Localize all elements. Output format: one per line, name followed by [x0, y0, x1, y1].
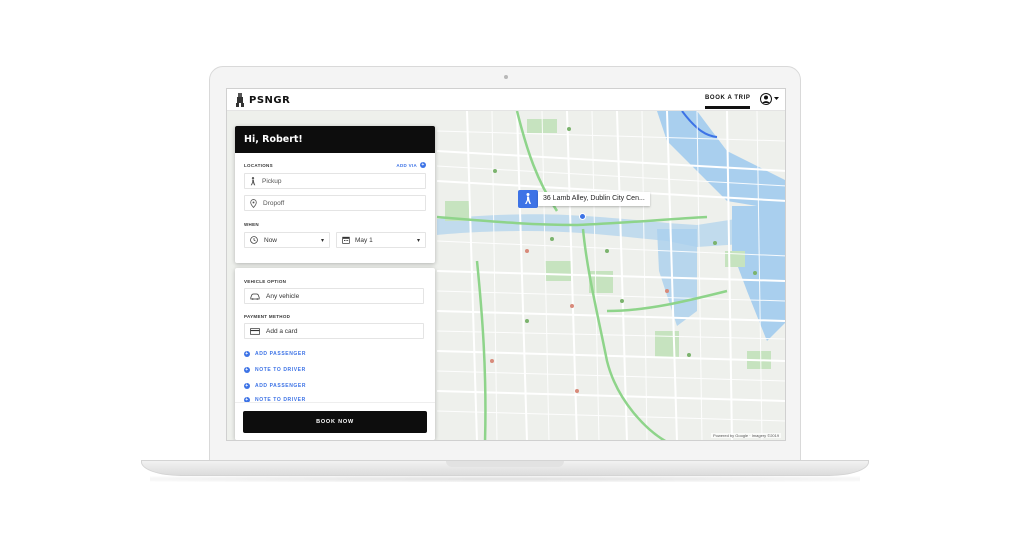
locations-label: LOCATIONS	[244, 163, 273, 168]
credit-card-icon	[250, 327, 260, 335]
laptop-shadow	[150, 476, 860, 482]
add-passenger-link[interactable]: + ADD PASSENGER	[244, 383, 306, 389]
date-select[interactable]: May 1 ▾	[336, 232, 426, 248]
walking-person-icon	[250, 176, 256, 185]
note-to-driver-label: NOTE TO DRIVER	[255, 367, 306, 373]
active-tab-indicator	[705, 106, 750, 109]
caret-down-icon: ▾	[416, 237, 420, 244]
vehicle-select[interactable]: Any vehicle	[244, 288, 424, 304]
camera-icon	[504, 75, 508, 79]
logo-icon	[236, 93, 244, 107]
note-to-driver-link[interactable]: + NOTE TO DRIVER	[244, 367, 306, 373]
time-value: Now	[264, 236, 278, 244]
current-location-dot	[579, 213, 586, 220]
plus-icon: +	[244, 367, 250, 373]
vehicle-option-label: VEHICLE OPTION	[244, 279, 287, 284]
plus-icon: +	[244, 383, 250, 389]
vehicle-value: Any vehicle	[266, 292, 300, 300]
trip-options-card: VEHICLE OPTION Any vehicle PAYMENT METHO…	[235, 268, 435, 440]
pickup-placeholder: Pickup	[262, 177, 282, 185]
add-via-button[interactable]: ADD VIA +	[396, 162, 426, 168]
add-passenger-label: ADD PASSENGER	[255, 351, 307, 357]
book-bar: BOOK NOW	[235, 402, 435, 440]
plus-icon: +	[244, 351, 250, 357]
payment-value: Add a card	[266, 327, 298, 335]
pickup-marker[interactable]	[518, 190, 538, 208]
time-select[interactable]: Now ▾	[244, 232, 330, 248]
pickup-field[interactable]: Pickup	[244, 173, 426, 189]
dropoff-field[interactable]: Dropoff	[244, 195, 426, 211]
add-passenger-label: ADD PASSENGER	[255, 383, 307, 389]
car-icon	[250, 293, 260, 300]
date-value: May 1	[355, 236, 373, 244]
add-via-label: ADD VIA	[396, 162, 417, 168]
chevron-down-icon	[774, 97, 779, 100]
location-pin-icon	[250, 198, 257, 208]
user-circle-icon	[760, 93, 772, 105]
when-label: WHEN	[244, 222, 259, 227]
plus-icon: +	[420, 162, 426, 168]
logo[interactable]: PSNGR	[235, 93, 290, 107]
app-screen: PSNGR BOOK A TRIP 36 Lamb Alley, Dublin …	[226, 88, 786, 441]
marker-address-label: 36 Lamb Alley, Dublin City Cen...	[538, 192, 650, 206]
top-nav: PSNGR BOOK A TRIP	[227, 89, 785, 111]
greeting-header: Hi, Robert!	[235, 126, 435, 153]
walking-person-icon	[525, 193, 531, 204]
payment-select[interactable]: Add a card	[244, 323, 424, 339]
book-trip-link[interactable]: BOOK A TRIP	[705, 95, 751, 101]
book-now-button[interactable]: BOOK NOW	[243, 411, 427, 433]
calendar-icon	[342, 236, 350, 244]
payment-method-label: PAYMENT METHOD	[244, 314, 291, 319]
booking-card: Hi, Robert! LOCATIONS ADD VIA + Pickup D…	[235, 126, 435, 263]
map-attribution: Powered by Google · Imagery ©2019	[711, 433, 782, 438]
logo-text: PSNGR	[249, 94, 291, 106]
clock-icon	[250, 236, 258, 244]
caret-down-icon: ▾	[320, 237, 324, 244]
dropoff-placeholder: Dropoff	[263, 199, 285, 207]
laptop-notch	[446, 461, 564, 467]
add-passenger-link[interactable]: + ADD PASSENGER	[244, 351, 306, 357]
account-menu[interactable]	[760, 93, 779, 105]
